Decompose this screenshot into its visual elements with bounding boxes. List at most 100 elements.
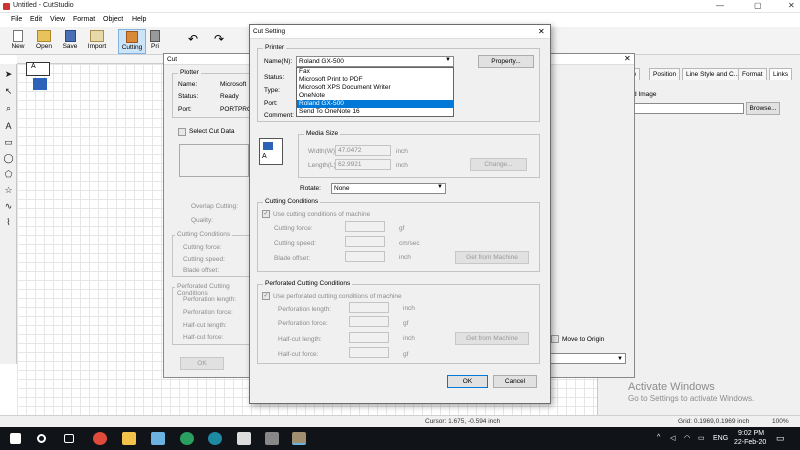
clock-date[interactable]: 22-Feb-20 bbox=[734, 439, 766, 446]
move-to-origin-label: Move to Origin bbox=[562, 336, 605, 343]
printer-dropdown-list[interactable]: Fax Microsoft Print to PDF Microsoft XPS… bbox=[296, 67, 454, 117]
cancel-button[interactable]: Cancel bbox=[493, 375, 537, 388]
rectangle-tool-icon[interactable]: ▭ bbox=[2, 136, 15, 149]
ellipse-tool-icon[interactable]: ◯ bbox=[2, 152, 15, 165]
tab-position[interactable]: Position bbox=[649, 68, 681, 80]
print-button[interactable]: Pri bbox=[148, 29, 162, 54]
notifications-icon[interactable]: ▭ bbox=[776, 433, 785, 444]
halfcut-length-field[interactable] bbox=[349, 332, 389, 343]
get-from-machine-button[interactable]: Get from Machine bbox=[455, 251, 529, 264]
save-button[interactable]: Save bbox=[57, 29, 83, 54]
cut-dialog-close-icon[interactable]: ✕ bbox=[624, 54, 631, 63]
task-view-icon[interactable] bbox=[64, 434, 74, 443]
photos-icon[interactable] bbox=[237, 432, 251, 445]
language-indicator[interactable]: ENG bbox=[713, 435, 728, 442]
app-green-icon[interactable] bbox=[180, 432, 194, 445]
halfcut-force-field[interactable] bbox=[349, 347, 389, 358]
perf-length-field[interactable] bbox=[349, 302, 389, 313]
search-icon[interactable] bbox=[37, 434, 46, 443]
chevron-down-icon[interactable]: ▼ bbox=[437, 184, 443, 190]
chevron-down-icon[interactable]: ▼ bbox=[445, 57, 451, 63]
origin-marker-icon[interactable]: A bbox=[26, 62, 50, 76]
file-explorer-icon[interactable] bbox=[122, 432, 136, 445]
curve-tool-icon[interactable]: ∿ bbox=[2, 200, 15, 213]
printer-option[interactable]: Fax bbox=[297, 68, 453, 76]
cutting-button[interactable]: Cutting bbox=[118, 29, 146, 54]
move-to-origin-checkbox[interactable] bbox=[551, 335, 559, 343]
menu-file[interactable]: File bbox=[11, 16, 22, 23]
app-clapper-icon[interactable] bbox=[265, 432, 279, 445]
cut-select-data-checkbox[interactable] bbox=[178, 128, 186, 136]
tab-line-style[interactable]: Line Style and C... bbox=[682, 68, 744, 80]
clock-time[interactable]: 9:02 PM bbox=[738, 430, 764, 437]
cut-perf-force-label: Perforation force: bbox=[183, 309, 233, 316]
change-button[interactable]: Change... bbox=[470, 158, 527, 171]
printer-option[interactable]: Send To OneNote 16 bbox=[297, 108, 453, 116]
menu-view[interactable]: View bbox=[50, 16, 65, 23]
property-button[interactable]: Property... bbox=[478, 55, 534, 68]
app-teal-icon[interactable] bbox=[208, 432, 222, 445]
cut-bottom-combo[interactable]: ▼ bbox=[549, 353, 626, 364]
text-tool-icon[interactable]: A bbox=[2, 120, 15, 133]
printer-option-selected[interactable]: Roland GX-500 bbox=[297, 100, 453, 108]
menu-format[interactable]: Format bbox=[73, 16, 95, 23]
browse-button[interactable]: Browse... bbox=[746, 102, 780, 115]
select-arrow-icon[interactable]: ➤ bbox=[2, 68, 15, 81]
image-path-field[interactable] bbox=[628, 103, 744, 114]
cutstudio-taskbar-icon[interactable] bbox=[292, 432, 306, 445]
use-machine-conditions-label: Use cutting conditions of machine bbox=[273, 211, 371, 218]
minimize-icon[interactable]: — bbox=[716, 1, 724, 10]
windows-start-icon[interactable] bbox=[10, 433, 21, 444]
cut-ok-button[interactable]: OK bbox=[180, 357, 224, 370]
volume-icon[interactable]: ◁ bbox=[670, 434, 675, 442]
redo-icon[interactable]: ↷ bbox=[214, 32, 224, 46]
freehand-tool-icon[interactable]: ⌇ bbox=[2, 216, 15, 229]
blade-offset-field[interactable] bbox=[345, 251, 385, 262]
cutting-force-label: Cutting force: bbox=[274, 225, 313, 232]
maximize-icon[interactable]: ▢ bbox=[754, 1, 762, 10]
star-tool-icon[interactable]: ☆ bbox=[2, 184, 15, 197]
rotate-combo[interactable]: None bbox=[331, 183, 446, 194]
printer-name-combo[interactable]: Roland GX-500 bbox=[296, 56, 454, 67]
use-perf-machine-checkbox[interactable]: ✓ bbox=[262, 292, 270, 300]
zoom-icon[interactable]: ⌕ bbox=[2, 102, 15, 115]
print-icon bbox=[150, 30, 160, 42]
tab-format[interactable]: Format bbox=[738, 68, 767, 80]
cutting-speed-field[interactable] bbox=[345, 236, 385, 247]
printer-option[interactable]: Microsoft Print to PDF bbox=[297, 76, 453, 84]
new-button[interactable]: New bbox=[5, 29, 31, 54]
network-icon[interactable]: ◠ bbox=[684, 434, 690, 442]
cut-dialog-title: Cut bbox=[167, 56, 178, 63]
halfcut-length-label: Half-cut length: bbox=[278, 336, 322, 343]
window-title: Untitled - CutStudio bbox=[13, 2, 74, 9]
halfcut-length-unit: inch bbox=[403, 335, 415, 342]
menu-help[interactable]: Help bbox=[132, 16, 146, 23]
chrome-icon[interactable] bbox=[93, 432, 107, 445]
import-button[interactable]: Import bbox=[84, 29, 110, 54]
close-icon[interactable]: ✕ bbox=[788, 1, 795, 10]
tray-chevron-icon[interactable]: ^ bbox=[657, 434, 660, 441]
width-field[interactable]: 47.0472 bbox=[335, 145, 391, 156]
cut-setting-close-icon[interactable]: ✕ bbox=[538, 27, 545, 36]
media-size-group: Media Size bbox=[298, 130, 540, 178]
tab-links[interactable]: Links bbox=[769, 68, 793, 80]
use-machine-conditions-checkbox[interactable]: ✓ bbox=[262, 210, 270, 218]
menu-edit[interactable]: Edit bbox=[30, 16, 42, 23]
printer-option[interactable]: OneNote bbox=[297, 92, 453, 100]
paint-icon[interactable] bbox=[151, 432, 165, 445]
length-field[interactable]: 62.9921 bbox=[335, 159, 391, 170]
cut-status-label: Status: bbox=[178, 93, 199, 100]
printer-option[interactable]: Microsoft XPS Document Writer bbox=[297, 84, 453, 92]
battery-icon[interactable]: ▭ bbox=[698, 434, 705, 442]
open-button[interactable]: Open bbox=[31, 29, 57, 54]
perf-force-field[interactable] bbox=[349, 316, 389, 327]
polygon-tool-icon[interactable]: ⬠ bbox=[2, 168, 15, 181]
node-edit-icon[interactable]: ↖ bbox=[2, 85, 15, 98]
undo-icon[interactable]: ↶ bbox=[188, 32, 198, 46]
perf-get-from-machine-button[interactable]: Get from Machine bbox=[455, 332, 529, 345]
cutting-force-field[interactable] bbox=[345, 221, 385, 232]
ok-button[interactable]: OK bbox=[447, 375, 488, 388]
menu-object[interactable]: Object bbox=[103, 16, 123, 23]
cutting-conditions-group-title: Cutting Conditions bbox=[263, 198, 321, 205]
perforated-conditions-group-title: Perforated Cutting Conditions bbox=[263, 280, 353, 287]
